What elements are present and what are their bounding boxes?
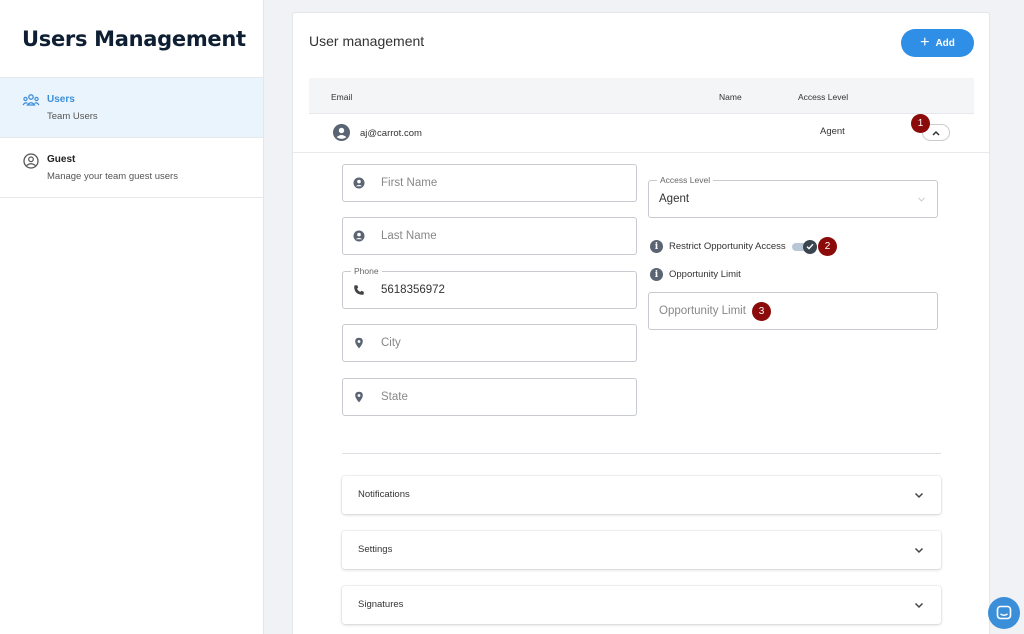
toggle-knob [802,239,817,254]
restrict-opportunity-label: Restrict Opportunity Access [669,241,786,252]
phone-label: Phone [351,266,382,276]
access-level-value: Agent [659,193,690,205]
phone-icon [354,285,364,295]
sidebar-item-users[interactable]: Users Team Users [0,77,263,137]
chevron-up-icon [932,130,940,136]
users-icon [22,94,40,106]
chevron-down-icon [914,547,924,554]
person-icon [353,177,365,189]
dropdown-arrow-icon [918,197,925,202]
section-divider [342,453,941,454]
chat-launcher-button[interactable] [988,597,1020,629]
sidebar-item-guest[interactable]: Guest Manage your team guest users [0,137,263,197]
add-button-label: Add [935,37,955,49]
chevron-down-icon [914,602,924,609]
phone-field[interactable]: Phone 5618356972 [342,266,637,309]
chevron-down-icon [914,492,924,499]
row-email: aj@carrot.com [360,128,422,139]
step-badge: 2 [818,237,837,256]
avatar-icon [333,124,350,141]
check-icon [806,243,814,250]
sidebar: Users Management Users Team Users Guest … [0,0,264,634]
chat-icon [996,605,1012,620]
sidebar-item-sub: Manage your team guest users [47,171,178,182]
state-placeholder: State [381,391,408,403]
location-pin-icon [355,391,363,403]
column-header-name: Name [719,92,742,102]
column-header-email: Email [331,92,353,102]
sidebar-item-label: Guest [47,154,76,165]
location-pin-icon [355,337,363,349]
guest-icon [23,153,39,169]
step-badge: 1 [911,114,930,133]
accordion-label: Settings [358,544,393,555]
state-field[interactable]: State [342,378,637,416]
user-management-card: User management + Add Email Name Access … [292,12,990,634]
city-placeholder: City [381,337,401,349]
opportunity-limit-label: Opportunity Limit [669,269,741,280]
last-name-placeholder: Last Name [381,230,437,242]
city-field[interactable]: City [342,324,637,362]
divider [0,197,263,198]
access-level-select[interactable]: Access Level Agent [648,175,938,218]
table-header: Email Name Access Level [309,78,974,114]
sidebar-item-sub: Team Users [47,111,98,122]
add-button[interactable]: + Add [901,29,974,57]
info-icon: i [650,268,663,281]
sidebar-item-label: Users [47,94,75,105]
accordion-label: Signatures [358,599,404,610]
plus-icon: + [920,34,930,51]
person-icon [353,230,365,242]
signatures-accordion[interactable]: Signatures [342,586,941,624]
opportunity-limit-placeholder: Opportunity Limit [659,305,746,317]
phone-value: 5618356972 [381,284,445,296]
restrict-opportunity-toggle[interactable] [791,239,818,254]
column-header-access: Access Level [798,92,849,102]
last-name-field[interactable]: Last Name [342,217,637,255]
page-title: User management [309,33,425,49]
opportunity-limit-row: i Opportunity Limit [650,268,741,281]
accordion-label: Notifications [358,489,410,500]
step-badge: 3 [752,302,771,321]
info-icon: i [650,240,663,253]
row-access-level: Agent [820,126,845,137]
first-name-field[interactable]: First Name [342,164,637,202]
first-name-placeholder: First Name [381,177,438,189]
table-row[interactable]: aj@carrot.com Agent 1 [293,114,989,153]
restrict-opportunity-row: i Restrict Opportunity Access [650,239,818,254]
scrollbar[interactable] [1017,0,1024,634]
opportunity-limit-input[interactable]: Opportunity Limit 3 [648,292,938,330]
app-title: Users Management [22,27,246,51]
settings-accordion[interactable]: Settings [342,531,941,569]
notifications-accordion[interactable]: Notifications [342,476,941,514]
access-level-label: Access Level [657,175,714,185]
